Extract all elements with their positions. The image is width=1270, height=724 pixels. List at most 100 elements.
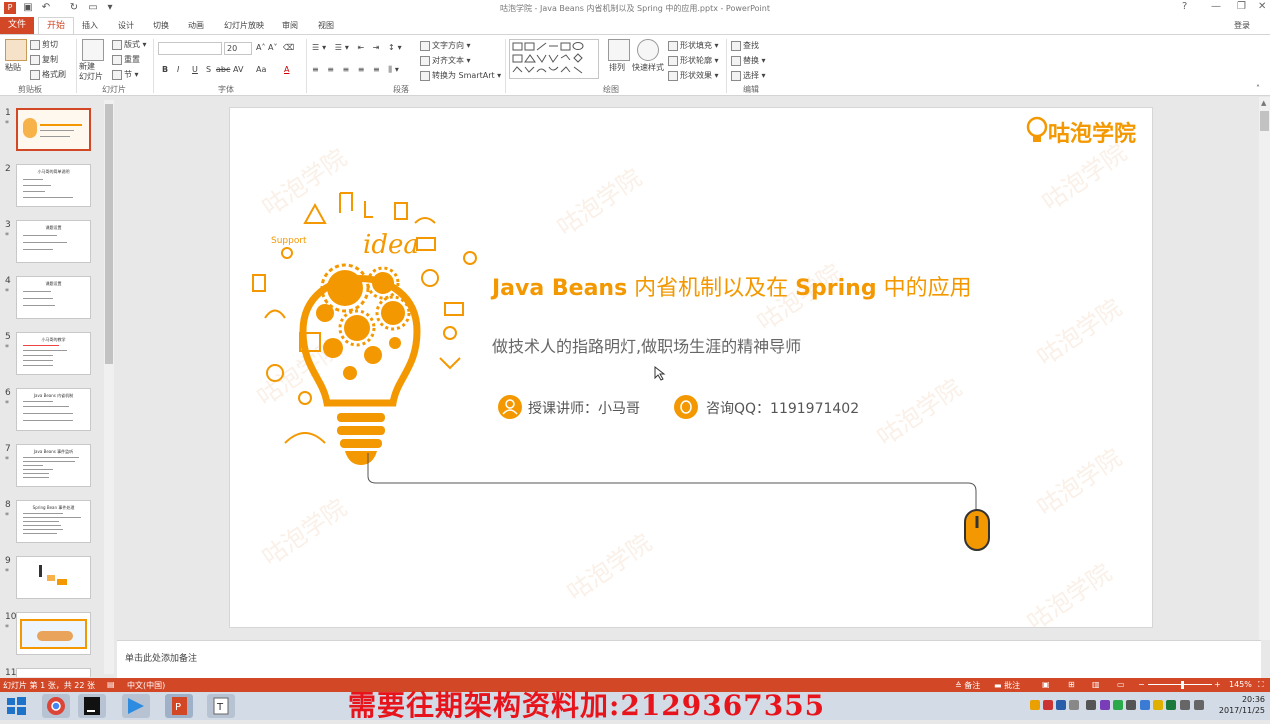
- collapse-ribbon-icon[interactable]: ˄: [1256, 84, 1260, 93]
- tray-icon[interactable]: [1166, 700, 1176, 710]
- align-text-button[interactable]: 对齐文本 ▾: [420, 55, 471, 66]
- font-name-select[interactable]: [158, 42, 222, 55]
- grow-font-icon[interactable]: A˄ A˅: [256, 43, 278, 52]
- thumbnails-scrollbar[interactable]: [104, 100, 114, 674]
- thumbnail-slide-4[interactable]: 课题设置: [16, 276, 91, 319]
- text-direction-button[interactable]: 文字方向 ▾: [420, 40, 471, 51]
- zoom-out-button[interactable]: −: [1138, 680, 1145, 689]
- login-link[interactable]: 登录: [1234, 20, 1250, 31]
- thumbnail-slide-5[interactable]: 小马哥的教学: [16, 332, 91, 375]
- layout-button[interactable]: 版式 ▾: [112, 39, 147, 50]
- zoom-in-button[interactable]: +: [1214, 680, 1221, 689]
- chrome-icon[interactable]: [42, 694, 70, 718]
- clock[interactable]: 20:36 2017/11/25: [1217, 694, 1265, 716]
- powerpoint-taskbar-icon[interactable]: P: [165, 694, 193, 718]
- thumbnail-slide-1[interactable]: [16, 108, 91, 151]
- font-size-select[interactable]: 20: [224, 42, 252, 55]
- new-slide-icon[interactable]: [82, 39, 104, 61]
- font-color-button[interactable]: A: [284, 65, 289, 74]
- arrange-button[interactable]: 排列: [609, 62, 625, 73]
- notes-placeholder[interactable]: 单击此处添加备注: [125, 651, 197, 664]
- tray-icon[interactable]: [1056, 700, 1066, 710]
- tab-review[interactable]: 审阅: [282, 20, 298, 31]
- language-status[interactable]: 中文(中国): [127, 680, 165, 691]
- quick-styles-icon[interactable]: [637, 39, 659, 61]
- qq-contact-text[interactable]: 咨询QQ：1191971402: [706, 398, 859, 418]
- section-button[interactable]: 节 ▾: [112, 69, 139, 80]
- slide-canvas[interactable]: 咕泡学院 咕泡学院 咕泡学院 咕泡学院 咕泡学院 咕泡学院 咕泡学院 咕泡学院 …: [229, 107, 1153, 628]
- zoom-slider-thumb[interactable]: [1181, 681, 1184, 689]
- reading-view-icon[interactable]: ▥: [1092, 680, 1100, 689]
- copy-button[interactable]: 复制: [30, 54, 58, 65]
- select-button[interactable]: 选择 ▾: [731, 70, 766, 81]
- format-painter-button[interactable]: 格式刷: [30, 69, 66, 80]
- zoom-slider-track[interactable]: [1148, 684, 1212, 685]
- italic-button[interactable]: I: [177, 65, 179, 74]
- paste-icon[interactable]: [5, 39, 27, 61]
- scrollbar-thumb[interactable]: [1260, 111, 1269, 131]
- close-button[interactable]: ✕: [1258, 1, 1266, 12]
- clear-format-icon[interactable]: ⌫: [283, 43, 294, 52]
- tray-icon[interactable]: [1030, 700, 1040, 710]
- tray-icon[interactable]: [1126, 700, 1136, 710]
- tray-icon[interactable]: [1140, 700, 1150, 710]
- tab-insert[interactable]: 插入: [82, 20, 98, 31]
- bullets-icon[interactable]: ☰▾ ☰▾ ⇤ ⇥ ↕▾: [312, 43, 405, 52]
- change-case-button[interactable]: Aa: [256, 65, 266, 74]
- tray-icon[interactable]: [1086, 700, 1096, 710]
- thumbnail-slide-8[interactable]: Spring Bean 事件处理: [16, 500, 91, 543]
- tab-view[interactable]: 视图: [318, 20, 334, 31]
- find-button[interactable]: 查找: [731, 40, 759, 51]
- thumbnail-slide-9[interactable]: [16, 556, 91, 599]
- slideshow-icon[interactable]: ▭: [1117, 680, 1125, 689]
- new-slide-button[interactable]: 新建 幻灯片: [79, 62, 103, 82]
- restore-button[interactable]: ❐: [1237, 1, 1246, 12]
- tab-slideshow[interactable]: 幻灯片放映: [224, 20, 264, 31]
- comments-toggle[interactable]: ▬ 批注: [994, 680, 1020, 691]
- thumbnail-slide-11[interactable]: [16, 668, 91, 677]
- shape-effects-button[interactable]: 形状效果 ▾: [668, 70, 719, 81]
- vertical-scrollbar[interactable]: ▲: [1259, 97, 1270, 640]
- arrange-icon[interactable]: [608, 39, 630, 61]
- thumbnail-slide-3[interactable]: 课题设置: [16, 220, 91, 263]
- text-editor-icon[interactable]: T: [207, 694, 235, 718]
- scroll-up-icon[interactable]: ▲: [1261, 99, 1266, 107]
- scrollbar-thumb[interactable]: [105, 104, 113, 364]
- minimize-button[interactable]: —: [1211, 1, 1221, 12]
- thumbnail-slide-6[interactable]: Java Beans 内省机制: [16, 388, 91, 431]
- thumbnail-slide-10[interactable]: [16, 612, 91, 655]
- notes-toggle[interactable]: ≙ 备注: [955, 680, 980, 691]
- replace-button[interactable]: 替换 ▾: [731, 55, 766, 66]
- shapes-gallery[interactable]: [509, 39, 599, 79]
- zoom-level[interactable]: 145%: [1229, 680, 1252, 689]
- bold-button[interactable]: B: [162, 65, 168, 74]
- char-spacing-button[interactable]: AV: [233, 65, 243, 74]
- shape-outline-button[interactable]: 形状轮廓 ▾: [668, 55, 719, 66]
- tray-icon[interactable]: [1153, 700, 1163, 710]
- volume-icon[interactable]: [1194, 700, 1204, 710]
- media-player-icon[interactable]: [122, 694, 150, 718]
- tab-animations[interactable]: 动画: [188, 20, 204, 31]
- reset-button[interactable]: 重置: [112, 54, 140, 65]
- cut-button[interactable]: 剪切: [30, 39, 58, 50]
- align-icons[interactable]: ≡ ≡ ≡ ≡ ≡ ⫼▾: [312, 65, 402, 75]
- tray-icon[interactable]: [1069, 700, 1079, 710]
- strikethrough-button[interactable]: abc: [216, 65, 230, 74]
- thumbnail-slide-2[interactable]: 小马哥的简单说明: [16, 164, 91, 207]
- tray-icon[interactable]: [1100, 700, 1110, 710]
- shape-fill-button[interactable]: 形状填充 ▾: [668, 40, 719, 51]
- underline-button[interactable]: U: [192, 65, 198, 74]
- intellij-icon[interactable]: [78, 694, 106, 718]
- help-button[interactable]: ?: [1182, 1, 1187, 12]
- tab-file[interactable]: 文件: [0, 17, 34, 34]
- slide-subtitle[interactable]: 做技术人的指路明灯,做职场生涯的精神导师: [492, 333, 801, 357]
- thumbnail-slide-7[interactable]: Java Beans 事件监听: [16, 444, 91, 487]
- tray-icon[interactable]: [1043, 700, 1053, 710]
- tab-transitions[interactable]: 切换: [153, 20, 169, 31]
- tab-design[interactable]: 设计: [118, 20, 134, 31]
- smartart-button[interactable]: 转换为 SmartArt ▾: [420, 70, 501, 81]
- spellcheck-icon[interactable]: ▤: [107, 680, 115, 689]
- paste-button[interactable]: 粘贴: [5, 62, 21, 73]
- shadow-button[interactable]: S: [206, 65, 211, 74]
- teacher-text[interactable]: 授课讲师：小马哥: [528, 398, 640, 418]
